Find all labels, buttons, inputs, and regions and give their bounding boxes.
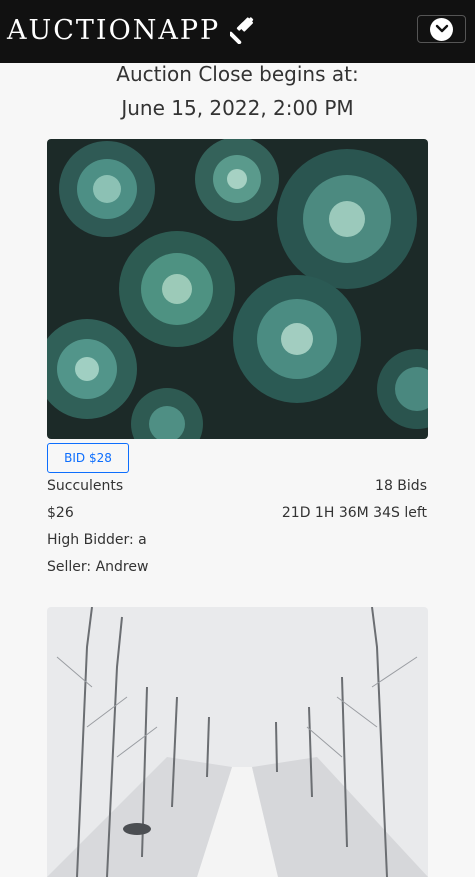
navbar-toggle-button[interactable] [417,15,466,43]
bid-button[interactable]: BID $28 [47,443,129,473]
item-name: Succulents [47,478,124,494]
chevron-down-circle-icon [430,17,453,41]
auction-close-date: June 15, 2022, 2:00 PM [121,96,354,120]
auction-close-heading: Auction Close begins at: [116,62,359,86]
brand-name: AUCTIONAPP [7,14,221,46]
navbar: AUCTIONAPP [0,0,475,63]
bid-count: 18 Bids [375,478,427,494]
gavel-icon [230,17,254,44]
item-image-succulents[interactable] [47,139,428,439]
time-left: 21D 1H 36M 34S left [281,505,427,521]
high-bidder: High Bidder: a [47,532,147,548]
item-price: $26 [47,505,74,521]
seller: Seller: Andrew [47,559,149,575]
item-image-snowy-road[interactable] [47,607,428,877]
brand-link[interactable]: AUCTIONAPP [7,10,258,50]
